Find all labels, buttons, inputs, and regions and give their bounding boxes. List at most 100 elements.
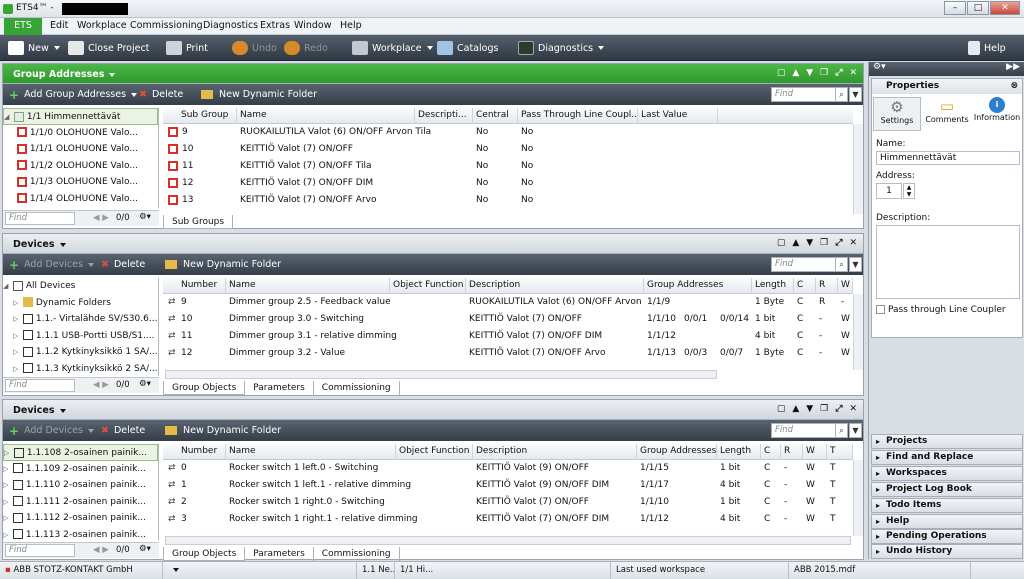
- delete-button[interactable]: ✖ Delete: [139, 84, 183, 105]
- accordion-undo-history[interactable]: Undo History: [871, 544, 1023, 559]
- diagnostics-button[interactable]: Diagnostics: [518, 35, 605, 61]
- filter-icon[interactable]: ▼: [849, 87, 862, 102]
- filter-icon[interactable]: ▼: [849, 257, 862, 272]
- add-devices-button[interactable]: + Add Devices: [9, 420, 94, 441]
- vertical-scrollbar[interactable]: [853, 124, 863, 214]
- undo-button[interactable]: Undo: [232, 35, 277, 61]
- col-w[interactable]: W: [838, 278, 853, 294]
- redo-button[interactable]: Redo: [284, 35, 328, 61]
- table-row[interactable]: ⇄ 11 Dimmer group 3.1 - relative dimming KE…: [163, 328, 853, 345]
- delete-button[interactable]: ✖ Delete: [101, 420, 145, 441]
- table-row[interactable]: 9 RUOKAILUTILA Valot (6) ON/OFF Arvon Til…: [163, 124, 853, 141]
- close-icon[interactable]: ✕: [849, 404, 857, 414]
- tree-find-input[interactable]: Find: [5, 212, 75, 225]
- down-icon[interactable]: ▼: [806, 68, 813, 78]
- tree-item[interactable]: ▷ 1.1.3 Kytkinyksikkö 2 SA/...: [3, 361, 158, 377]
- new-dynamic-folder-button[interactable]: New Dynamic Folder: [165, 254, 281, 275]
- col-c[interactable]: C: [794, 278, 816, 294]
- ets-menu-tab[interactable]: ETS: [4, 18, 42, 35]
- new-button[interactable]: New: [8, 35, 60, 61]
- col-central[interactable]: Central: [473, 108, 518, 124]
- expand-icon[interactable]: ⤢: [835, 404, 842, 414]
- close-icon[interactable]: ✕: [849, 68, 857, 78]
- tree-item[interactable]: ▷ 1.1.2 Kytkinyksikkö 1 SA/...: [3, 344, 158, 361]
- vertical-scrollbar[interactable]: [853, 294, 863, 370]
- col-t[interactable]: T: [827, 444, 853, 460]
- add-devices-button[interactable]: + Add Devices: [9, 254, 94, 275]
- address-stepper[interactable]: ▲ ▼: [903, 183, 915, 199]
- table-row[interactable]: ⇄ 3 Rocker switch 1 right.1 - relative dim…: [163, 511, 853, 528]
- menu-help[interactable]: Help: [340, 20, 362, 31]
- find-input[interactable]: Find: [771, 87, 843, 102]
- restore-icon[interactable]: ❐: [820, 238, 828, 248]
- table-row[interactable]: 13 KEITTIÖ Valot (7) ON/OFF Arvo No No: [163, 192, 853, 209]
- horizontal-scrollbar[interactable]: [165, 536, 851, 545]
- tab-group-objects[interactable]: Group Objects: [163, 381, 246, 395]
- information-tab[interactable]: i Information: [973, 97, 1021, 131]
- up-icon[interactable]: ▲: [792, 68, 799, 78]
- accordion-find-and-replace[interactable]: Find and Replace: [871, 450, 1023, 465]
- accordion-workspaces[interactable]: Workspaces: [871, 466, 1023, 481]
- table-row[interactable]: 12 KEITTIÖ Valot (7) ON/OFF DIM No No: [163, 175, 853, 192]
- menu-edit[interactable]: Edit: [50, 20, 68, 31]
- search-icon[interactable]: ⌕: [835, 87, 848, 102]
- tree-item[interactable]: ▷ 1.1.109 2-osainen painik...: [3, 461, 158, 478]
- table-row[interactable]: ⇄ 0 Rocker switch 1 left.0 - Switching KEIT…: [163, 460, 853, 477]
- col-description[interactable]: Descripti...: [415, 108, 473, 124]
- col-object-function[interactable]: Object Function: [396, 444, 473, 460]
- accordion-projects[interactable]: Projects: [871, 434, 1023, 449]
- workplace-button[interactable]: Workplace: [352, 35, 433, 61]
- close-window-button[interactable]: ✕: [990, 1, 1020, 15]
- minimize-button[interactable]: –: [944, 1, 966, 15]
- table-row[interactable]: ⇄ 10 Dimmer group 3.0 - Switching KEITTIÖ V…: [163, 311, 853, 328]
- tab-parameters[interactable]: Parameters: [245, 381, 314, 395]
- tree-item[interactable]: ▷ 1.1.112 2-osainen painik...: [3, 510, 158, 527]
- col-description[interactable]: Description: [466, 278, 644, 294]
- menu-workplace[interactable]: Workplace: [77, 20, 127, 31]
- col-c[interactable]: C: [761, 444, 781, 460]
- col-length[interactable]: Length: [717, 444, 761, 460]
- expand-icon[interactable]: ⤢: [835, 68, 842, 78]
- add-group-addresses-button[interactable]: + Add Group Addresses: [9, 84, 138, 105]
- filter-icon[interactable]: ▼: [849, 423, 862, 438]
- table-row[interactable]: ⇄ 9 Dimmer group 2.5 - Feedback value RUOKA…: [163, 294, 853, 311]
- settings-gear-icon[interactable]: ⚙▾: [873, 62, 886, 72]
- col-last-value[interactable]: Last Value: [638, 108, 718, 124]
- tab-parameters[interactable]: Parameters: [245, 547, 314, 561]
- tree-item[interactable]: ▷ 1.1.110 2-osainen painik...: [3, 477, 158, 494]
- status-dropdown[interactable]: [162, 562, 356, 579]
- tree-find-input[interactable]: Find: [5, 544, 75, 557]
- previous-icon[interactable]: ◀ ▶: [93, 545, 109, 555]
- vertical-scrollbar[interactable]: [853, 460, 863, 536]
- search-icon[interactable]: ⌕: [835, 257, 848, 272]
- settings-gear-icon[interactable]: ⚙▾: [139, 379, 151, 389]
- accordion-project-log-book[interactable]: Project Log Book: [871, 482, 1023, 497]
- accordion-help[interactable]: Help: [871, 514, 1023, 529]
- col-pass-through[interactable]: Pass Through Line Coupl...: [518, 108, 638, 124]
- tree-item[interactable]: 1/1/4 OLOHUONE Valo...: [3, 191, 158, 208]
- tree-item[interactable]: ◢ All Devices: [3, 278, 158, 295]
- tree-find-input[interactable]: Find: [5, 379, 75, 392]
- tree-item[interactable]: ▷ 1.1.- Virtalähde SV/S30.6...: [3, 311, 158, 328]
- col-length[interactable]: Length: [752, 278, 794, 294]
- search-icon[interactable]: ⌕: [835, 423, 848, 438]
- tab-group-objects[interactable]: Group Objects: [163, 547, 246, 561]
- col-r[interactable]: R: [781, 444, 803, 460]
- collapse-right-icon[interactable]: ▶▶: [1006, 62, 1020, 72]
- col-number[interactable]: Number: [163, 444, 226, 460]
- delete-button[interactable]: ✖ Delete: [101, 254, 145, 275]
- tree-item[interactable]: ▷ 1.1.108 2-osainen painik...: [3, 444, 158, 461]
- tree-item[interactable]: 1/1/2 OLOHUONE Valo...: [3, 158, 158, 175]
- close-icon[interactable]: ⊗: [1010, 79, 1018, 93]
- settings-tab[interactable]: ⚙ Settings: [873, 97, 921, 131]
- tree-item[interactable]: 1/1/1 OLOHUONE Valo...: [3, 141, 158, 158]
- menu-commissioning[interactable]: Commissioning: [130, 20, 203, 31]
- table-row[interactable]: ⇄ 1 Rocker switch 1 left.1 - relative dimm…: [163, 477, 853, 494]
- col-name[interactable]: Name: [226, 444, 396, 460]
- comments-tab[interactable]: ▭ Comments: [923, 97, 971, 131]
- col-number[interactable]: Number: [163, 278, 226, 294]
- accordion-todo-items[interactable]: Todo Items: [871, 498, 1023, 513]
- col-sub-group[interactable]: Sub Group: [163, 108, 237, 124]
- restore-icon[interactable]: ❐: [820, 404, 828, 414]
- find-input[interactable]: Find: [771, 423, 843, 438]
